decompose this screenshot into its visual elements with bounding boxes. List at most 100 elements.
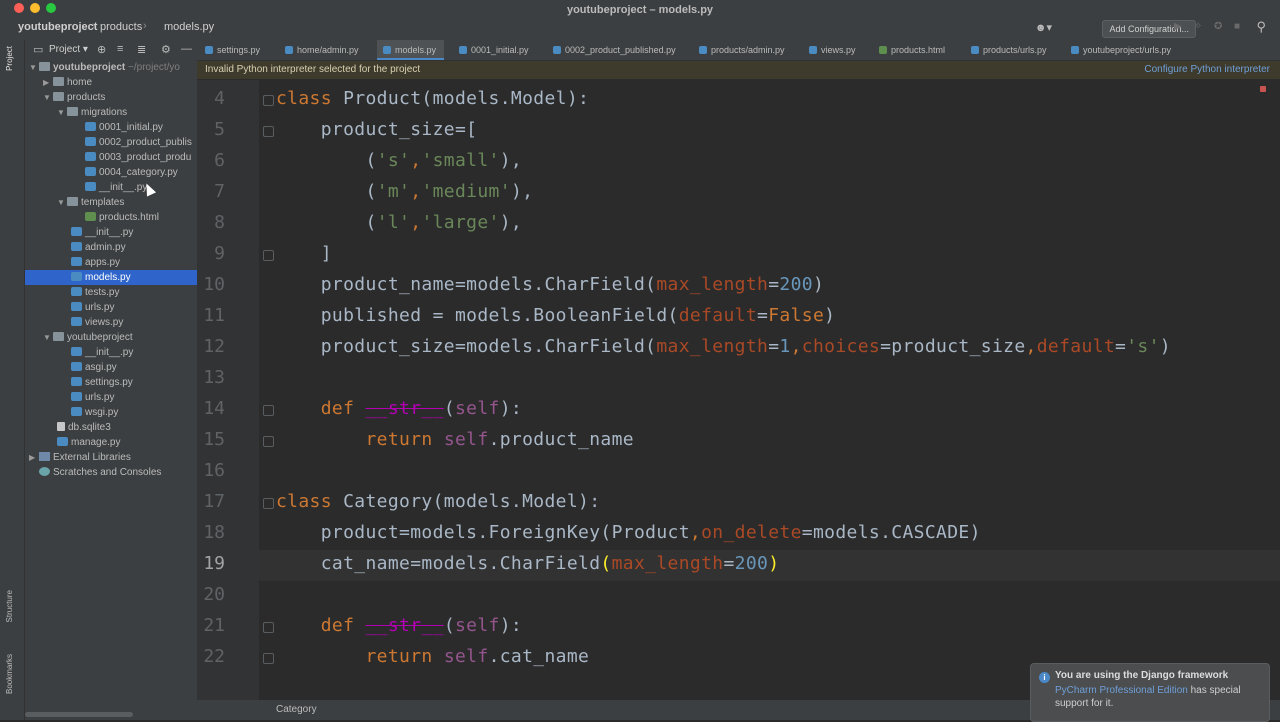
tab-products-html[interactable]: products.html (879, 40, 945, 60)
fold-marker[interactable] (263, 95, 274, 106)
code-token: max_length (611, 553, 724, 574)
error-stripe-marker[interactable] (1260, 86, 1266, 92)
tree-item-external-libraries[interactable]: ▶ External Libraries (25, 450, 201, 465)
code-line: class Category(models.Model): (276, 491, 600, 512)
code-token: self (443, 646, 489, 667)
breadcrumb-products[interactable]: products (100, 21, 142, 33)
collapse-all-icon[interactable]: ≣ (137, 43, 146, 56)
info-icon: i (1039, 672, 1050, 683)
code-token: , (410, 150, 422, 171)
stop-icon[interactable]: ■ (1234, 22, 1244, 32)
breadcrumb-project[interactable]: youtubeproject (18, 21, 97, 33)
fold-marker[interactable] (263, 126, 274, 137)
code-token: = (768, 274, 780, 295)
tab-products-urls[interactable]: products/urls.py (971, 40, 1047, 60)
python-file-icon (383, 46, 391, 54)
locate-icon[interactable]: ⊕ (97, 43, 106, 56)
fold-marker[interactable] (263, 405, 274, 416)
tab-views[interactable]: views.py (809, 40, 856, 60)
code-token: ): (499, 398, 523, 419)
tab-home-admin[interactable]: home/admin.py (285, 40, 359, 60)
tree-item-scratches[interactable]: Scratches and Consoles (25, 465, 211, 480)
line-number: 4 (214, 88, 225, 109)
fold-marker[interactable] (263, 622, 274, 633)
line-number: 17 (203, 491, 225, 512)
project-tree: ▼ youtubeproject ~/project/yo ▶ home ▼ prod… (25, 60, 197, 720)
line-number: 20 (203, 584, 225, 605)
breadcrumb-file[interactable]: models.py (164, 21, 214, 33)
code-breadcrumb[interactable]: Category (276, 704, 317, 715)
python-file-icon (85, 122, 96, 131)
close-window-button[interactable] (14, 3, 24, 13)
fold-marker[interactable] (263, 436, 274, 447)
tree-item-root[interactable]: ▼ youtubeproject ~/project/yo (25, 60, 201, 75)
code-token: self (443, 429, 489, 450)
breadcrumb-separator: › (92, 20, 96, 32)
folder-icon (39, 62, 50, 71)
code-line: ('s','small'), (276, 150, 522, 171)
code-token: default (1036, 336, 1116, 357)
minimize-window-button[interactable] (30, 3, 40, 13)
django-notification: i You are using the Django framework PyC… (1030, 663, 1270, 722)
run-icon[interactable]: ▶ (1174, 22, 1184, 32)
line-number: 10 (203, 274, 225, 295)
code-line: product=models.ForeignKey(Product,on_del… (276, 522, 981, 543)
python-file-icon (71, 317, 82, 326)
horizontal-scrollbar[interactable] (25, 712, 133, 717)
code-token: ), (499, 150, 523, 171)
python-file-icon (699, 46, 707, 54)
project-view-selector[interactable]: Project ▾ (49, 44, 88, 55)
code-token: self (455, 398, 500, 419)
pycharm-professional-link[interactable]: PyCharm Professional Edition (1055, 685, 1188, 696)
code-token: ) (812, 274, 825, 295)
chevron-down-icon[interactable]: ▼ (29, 60, 39, 75)
chevron-right-icon[interactable]: ▶ (43, 75, 53, 90)
python-file-icon (71, 242, 82, 251)
fold-marker[interactable] (263, 498, 274, 509)
code-token: 200 (779, 274, 813, 295)
tab-youtubeproject-urls[interactable]: youtubeproject/urls.py (1071, 40, 1171, 60)
tree-item-products[interactable]: ▼ products (25, 90, 215, 105)
chevron-down-icon[interactable]: ▼ (43, 90, 53, 105)
gear-icon[interactable]: ⚙ (161, 43, 171, 56)
code-token: 'small' (421, 150, 500, 171)
user-icon[interactable]: ☻▾ (1035, 21, 1052, 34)
chevron-down-icon[interactable]: ▼ (57, 105, 67, 120)
chevron-down-icon[interactable]: ▼ (43, 330, 53, 345)
expand-all-icon[interactable]: ≡ (117, 43, 123, 55)
code-token: cat_name=models.CharField (276, 553, 601, 574)
left-tool-strip: Project Structure Bookmarks (0, 40, 25, 720)
chevron-right-icon[interactable]: ▶ (29, 450, 39, 465)
library-icon (39, 452, 50, 461)
scratches-icon (39, 467, 50, 476)
fold-marker[interactable] (263, 250, 274, 261)
search-icon[interactable]: ⚲ (1256, 19, 1266, 35)
tree-item-models-selected[interactable]: models.py (25, 270, 197, 285)
chevron-down-icon[interactable]: ▼ (57, 195, 67, 210)
project-tool-button[interactable]: Project (5, 46, 14, 71)
code-token: ( (276, 212, 377, 233)
code-token: def (320, 615, 366, 636)
debug-icon[interactable]: ✧ (1194, 22, 1204, 32)
code-token: =product_size (880, 336, 1026, 357)
fold-marker[interactable] (263, 653, 274, 664)
maximize-window-button[interactable] (46, 3, 56, 13)
tab-settings[interactable]: settings.py (205, 40, 260, 60)
tree-item-home[interactable]: ▶ home (25, 75, 215, 90)
configure-interpreter-link[interactable]: Configure Python interpreter (1144, 64, 1270, 75)
code-editor[interactable]: 4 5 6 7 8 9 10 11 12 13 14 15 16 17 18 19 20 21 22 class P… (197, 80, 1280, 700)
structure-tool-button[interactable]: Structure (5, 590, 14, 622)
coverage-icon[interactable]: ✪ (1214, 22, 1224, 32)
tab-0001-initial[interactable]: 0001_initial.py (459, 40, 529, 60)
code-token: = (1115, 336, 1127, 357)
code-token: Product(models.Model): (343, 88, 590, 109)
bookmarks-tool-button[interactable]: Bookmarks (5, 654, 14, 694)
tab-products-admin[interactable]: products/admin.py (699, 40, 785, 60)
code-token: product_size=[ (276, 119, 478, 140)
tree-item-youtubeproject[interactable]: ▼ youtubeproject (25, 330, 215, 345)
hide-panel-icon[interactable]: — (181, 43, 192, 55)
tab-0002-product-published[interactable]: 0002_product_published.py (553, 40, 676, 60)
python-file-icon (71, 257, 82, 266)
python-file-icon (971, 46, 979, 54)
tab-models[interactable]: models.py (377, 40, 445, 60)
